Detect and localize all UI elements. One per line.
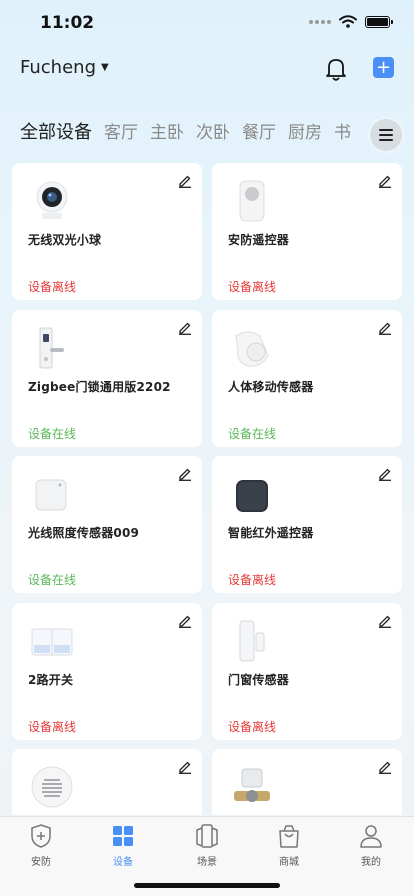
bell-icon[interactable] (324, 56, 348, 82)
device-status: 设备在线 (28, 573, 77, 587)
two-way-switch-icon (31, 628, 73, 656)
room-tabs: 全部设备 客厅 主卧 次卧 餐厅 厨房书 (20, 118, 360, 148)
battery-icon (365, 15, 393, 28)
device-status: 设备在线 (28, 427, 77, 441)
tab-living-room[interactable]: 客厅 (104, 118, 138, 143)
tab-devices[interactable]: 设备 (82, 823, 164, 868)
device-card[interactable]: 安防遥控器 设备离线 (212, 163, 402, 300)
wifi-icon (339, 15, 357, 28)
tab-study[interactable]: 书 (334, 118, 351, 143)
tab-security[interactable]: 安防 (0, 823, 82, 868)
tab-master-bedroom[interactable]: 主卧 (150, 118, 184, 143)
edit-icon[interactable] (378, 614, 392, 628)
header: Fucheng ▼ + (0, 50, 414, 90)
motion-sensor-icon (235, 331, 269, 367)
device-card[interactable]: 无线双光小球 设备离线 (12, 163, 202, 300)
door-window-sensor-icon (239, 620, 265, 662)
device-status: 设备离线 (228, 573, 277, 587)
edit-icon[interactable] (378, 760, 392, 774)
device-name: 门窗传感器 (228, 673, 290, 687)
tab-label: 设备 (113, 857, 133, 868)
edit-icon[interactable] (378, 321, 392, 335)
tab-scenes[interactable]: 场景 (166, 823, 248, 868)
door-lock-icon (39, 327, 64, 369)
home-selector[interactable]: Fucheng ▼ (20, 57, 109, 78)
device-status: 设备离线 (28, 280, 77, 294)
device-status: 设备离线 (228, 720, 277, 734)
device-grid: 无线双光小球 设备离线 安防遥控器 设备离线 Zigbee门锁通用版2202 设… (12, 163, 402, 815)
scene-icon (196, 824, 218, 848)
shield-icon (31, 824, 51, 848)
status-icons (309, 15, 393, 28)
tab-label: 场景 (197, 857, 217, 868)
edit-icon[interactable] (378, 174, 392, 188)
device-card[interactable] (12, 749, 202, 815)
tab-label: 我的 (361, 857, 381, 868)
person-icon (360, 825, 382, 848)
tab-second-bedroom[interactable]: 次卧 (196, 118, 230, 143)
device-card[interactable]: 智能红外遥控器 设备离线 (212, 456, 402, 593)
device-card[interactable]: 光线照度传感器009 设备在线 (12, 456, 202, 593)
device-status: 设备离线 (28, 720, 77, 734)
home-name: Fucheng (20, 57, 96, 78)
tab-all-devices[interactable]: 全部设备 (20, 118, 92, 144)
tab-dining-room[interactable]: 餐厅 (242, 118, 276, 143)
edit-icon[interactable] (178, 321, 192, 335)
ir-remote-icon (236, 480, 268, 512)
light-sensor-icon (35, 479, 67, 511)
tab-profile[interactable]: 我的 (330, 823, 412, 868)
caret-down-icon: ▼ (101, 62, 109, 73)
tab-kitchen[interactable]: 厨房 (288, 118, 322, 143)
edit-icon[interactable] (178, 467, 192, 481)
tab-shop[interactable]: 商城 (248, 823, 330, 868)
device-card[interactable]: Zigbee门锁通用版2202 设备在线 (12, 310, 202, 447)
cellular-signal-icon (309, 19, 331, 24)
device-name: 智能红外遥控器 (228, 526, 314, 540)
home-indicator (134, 883, 280, 888)
edit-icon[interactable] (178, 174, 192, 188)
device-name: 光线照度传感器009 (28, 526, 140, 540)
edit-icon[interactable] (378, 467, 392, 481)
room-menu-button[interactable] (370, 119, 402, 151)
device-card[interactable] (212, 749, 402, 815)
device-card[interactable]: 门窗传感器 设备离线 (212, 603, 402, 740)
add-device-button[interactable]: + (373, 57, 394, 78)
device-name: Zigbee门锁通用版2202 (28, 380, 171, 394)
tab-label: 安防 (31, 857, 51, 868)
device-name: 无线双光小球 (28, 233, 102, 247)
shop-bag-icon (279, 825, 299, 848)
bottom-tab-bar: 安防 设备 场景 商城 我的 (0, 816, 414, 896)
grid-icon (113, 826, 133, 846)
edit-icon[interactable] (178, 614, 192, 628)
tab-label: 商城 (279, 857, 299, 868)
edit-icon[interactable] (178, 760, 192, 774)
device-name: 安防遥控器 (228, 233, 290, 247)
device-name: 人体移动传感器 (228, 380, 314, 394)
status-bar: 11:02 (0, 0, 414, 46)
device-status: 设备在线 (228, 427, 277, 441)
device-card[interactable]: 人体移动传感器 设备在线 (212, 310, 402, 447)
status-time: 11:02 (40, 13, 95, 33)
device-status: 设备离线 (228, 280, 277, 294)
valve-controller-icon (234, 768, 270, 802)
remote-control-icon (239, 180, 265, 222)
camera-ball-icon (36, 181, 68, 219)
speaker-icon (31, 766, 73, 808)
device-name: 2路开关 (28, 673, 74, 687)
device-card[interactable]: 2路开关 设备离线 (12, 603, 202, 740)
